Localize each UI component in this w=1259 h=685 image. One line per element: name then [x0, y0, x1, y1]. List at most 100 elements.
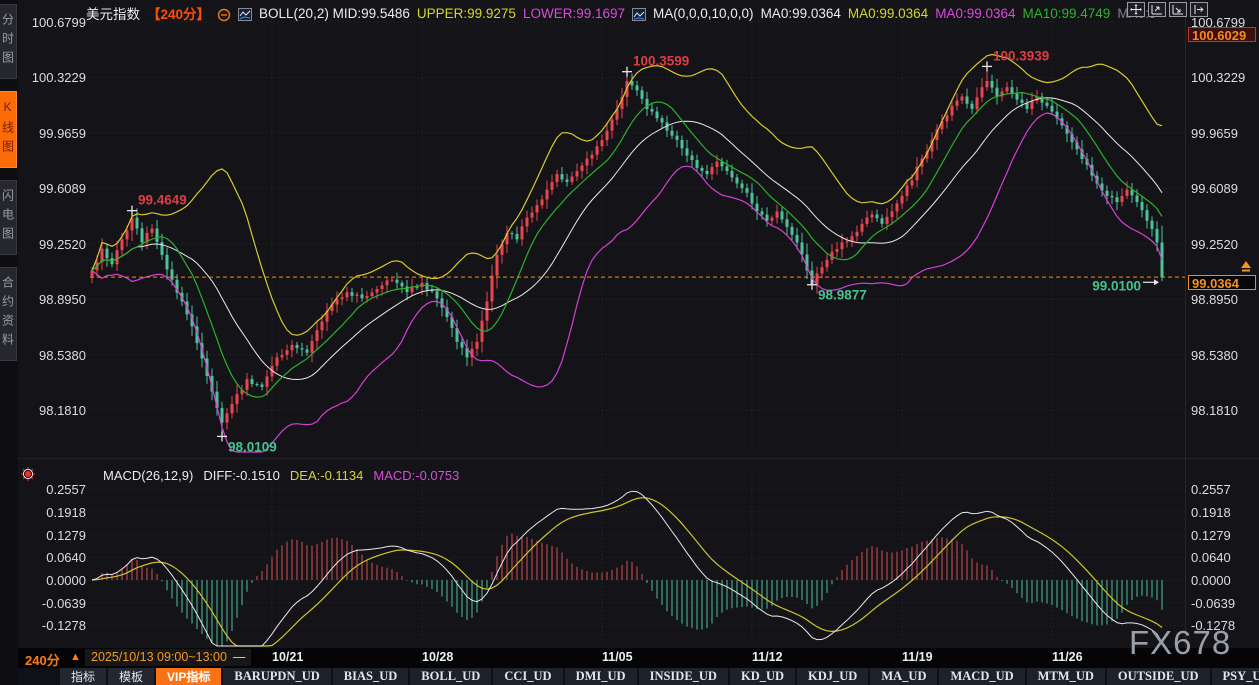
candle-body [341, 297, 344, 299]
ma10-line [92, 93, 1162, 398]
candle-body [741, 183, 744, 188]
candle-body [316, 330, 319, 341]
candle-body [1026, 103, 1029, 109]
candle-body [771, 218, 774, 221]
tab-指标[interactable]: 指标 [60, 668, 106, 685]
fit-x-axis-icon[interactable] [1169, 2, 1187, 17]
candle-body [776, 211, 779, 217]
candle-body [871, 215, 874, 218]
candle-body [996, 88, 999, 97]
macd-diff-value: DIFF:-0.1510 [203, 468, 280, 483]
candle-body [166, 255, 169, 270]
candle-body [151, 228, 154, 232]
candle-body [496, 255, 499, 276]
price-axis-label: 100.3229 [24, 70, 86, 85]
macd-axis-label: 0.1279 [1191, 528, 1231, 543]
timeframe-dropdown-icon[interactable]: ▲ [70, 651, 81, 663]
candle-body [711, 167, 714, 174]
candle-body [1031, 101, 1034, 109]
candle-body [986, 81, 989, 87]
candle-body [401, 283, 404, 287]
candle-body [526, 218, 529, 227]
macd-axis-label: -0.1278 [24, 618, 86, 633]
candle-body [976, 97, 979, 108]
macd-axis-label: 0.2557 [1191, 482, 1231, 497]
price-annotation: 98.0109 [217, 431, 277, 454]
fit-y-axis-icon[interactable] [1148, 2, 1166, 17]
candle-body [1111, 196, 1114, 197]
tab-MTM_UD[interactable]: MTM_UD [1027, 668, 1105, 685]
sidebar-item-K线图[interactable]: K线图 [0, 91, 17, 168]
tab-CCI_UD[interactable]: CCI_UD [493, 668, 562, 685]
ma-indicator-icon[interactable] [632, 8, 646, 21]
sidebar-item-闪电图[interactable]: 闪电图 [0, 180, 17, 255]
brand-watermark: FX678 [1129, 624, 1231, 662]
candle-body [706, 171, 709, 174]
candle-body [961, 97, 964, 101]
candle-body [321, 322, 324, 331]
ma-value-1: MA0:99.0364 [848, 6, 928, 21]
price-axis-label: 99.6089 [1191, 181, 1238, 196]
candle-body [396, 280, 399, 283]
tab-DMI_UD[interactable]: DMI_UD [565, 668, 637, 685]
tab-MACD_UD[interactable]: MACD_UD [939, 668, 1024, 685]
tab-MA_UD[interactable]: MA_UD [870, 668, 937, 685]
candle-body [556, 174, 559, 182]
tab-BIAS_UD[interactable]: BIAS_UD [333, 668, 409, 685]
time-axis-row: 240分 ▲ 2025/10/13 09:00~13:00— 10/2110/2… [18, 648, 1259, 668]
tab-BOLL_UD[interactable]: BOLL_UD [410, 668, 491, 685]
candle-body [291, 345, 294, 350]
tab-KD_UD[interactable]: KD_UD [730, 668, 795, 685]
price-axis-label: 98.5380 [24, 348, 86, 363]
zoom-out-icon[interactable] [217, 8, 231, 21]
candle-body [826, 260, 829, 267]
first-bar-time-range: 2025/10/13 09:00~13:00 [91, 650, 227, 664]
candle-body [781, 211, 784, 219]
candle-body [696, 160, 699, 168]
candle-body [791, 227, 794, 235]
candle-body [391, 280, 394, 281]
x-axis-date-label: 10/28 [422, 650, 453, 664]
candle-body [1141, 202, 1144, 210]
chart-legend-bar: 美元指数 【240分】 BOLL(20,2) MID:99.5486 UPPER… [86, 3, 1156, 23]
expand-pane-icon[interactable] [1190, 2, 1208, 17]
tab-KDJ_UD[interactable]: KDJ_UD [797, 668, 868, 685]
candle-body [286, 350, 289, 355]
price-alert-arrow-icon [1238, 261, 1254, 273]
candle-body [436, 291, 439, 298]
candle-body [751, 193, 754, 204]
candle-body [351, 292, 354, 296]
tab-PSY_UD[interactable]: PSY_UD [1212, 668, 1259, 685]
candle-body [736, 177, 739, 183]
last-price-marker: 99.0364 [1188, 275, 1256, 290]
candle-body [836, 249, 839, 252]
sidebar-item-合约资料[interactable]: 合约资料 [0, 267, 17, 361]
candle-body [676, 136, 679, 140]
candle-body [651, 109, 654, 112]
svg-text:100.3939: 100.3939 [993, 48, 1049, 63]
tab-OUTSIDE_UD[interactable]: OUTSIDE_UD [1107, 668, 1210, 685]
candle-body [596, 146, 599, 154]
tab-模板[interactable]: 模板 [108, 668, 154, 685]
candle-body [1151, 221, 1154, 229]
candle-body [981, 87, 984, 97]
sidebar-item-分时图[interactable]: 分时图 [0, 4, 17, 79]
candle-body [371, 293, 374, 296]
price-axis-label: 98.1810 [24, 403, 86, 418]
timeframe-badge[interactable]: 240分 [25, 650, 60, 669]
pan-move-icon[interactable] [1127, 2, 1145, 17]
boll-upper-value: UPPER:99.9275 [417, 6, 516, 21]
boll-indicator-icon[interactable] [238, 8, 252, 21]
tab-VIP指标[interactable]: VIP指标 [156, 668, 221, 685]
candle-body [1121, 196, 1124, 202]
indicator-tab-bar: 指标模板VIP指标BARUPDN_UDBIAS_UDBOLL_UDCCI_UDD… [18, 668, 1259, 685]
tab-INSIDE_UD[interactable]: INSIDE_UD [639, 668, 728, 685]
candle-body [221, 408, 224, 423]
candle-body [376, 289, 379, 293]
tab-BARUPDN_UD[interactable]: BARUPDN_UD [223, 668, 330, 685]
indicator-settings-icon[interactable] [21, 467, 35, 481]
candle-body [1021, 100, 1024, 103]
svg-text:98.9877: 98.9877 [818, 288, 867, 303]
svg-text:98.0109: 98.0109 [228, 439, 277, 454]
boll-lower-line [92, 113, 1162, 452]
